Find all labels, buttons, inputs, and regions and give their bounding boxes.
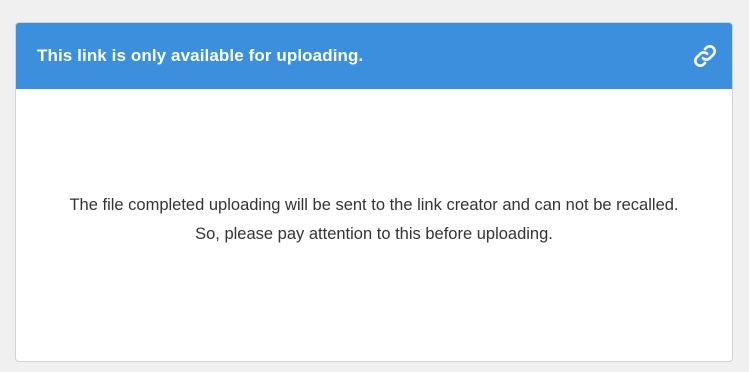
card-body: The file completed uploading will be sen… (16, 89, 732, 361)
card-header: This link is only available for uploadin… (16, 23, 732, 89)
upload-only-card: This link is only available for uploadin… (15, 22, 733, 362)
card-title: This link is only available for uploadin… (37, 46, 364, 65)
link-icon (692, 43, 718, 69)
upload-notice-text: The file completed uploading will be sen… (69, 196, 679, 243)
